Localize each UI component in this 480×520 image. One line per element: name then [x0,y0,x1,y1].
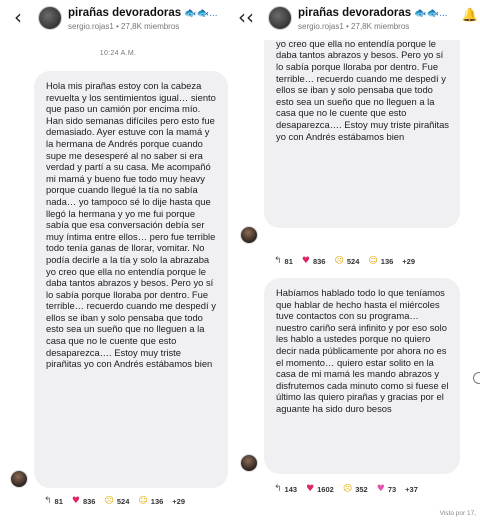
left-chat-panel: ‹ pirañas devoradoras 🐟🐟... sergio.rojas… [0,0,236,520]
sad-count: 524 [346,256,360,266]
sender-avatar[interactable] [240,226,258,244]
group-name-text: pirañas devoradoras [298,7,412,19]
pink-heart-count: 73 [387,484,397,494]
reply-count[interactable]: ↰ 143 [274,484,297,494]
sad-face-icon: ☹ [334,256,344,266]
reply-count-value: 81 [54,496,63,506]
heart-count: 836 [312,256,326,266]
sad-face-icon: ☹ [104,496,114,506]
heart-icon: ♥ [306,484,315,494]
heart-count: 1602 [317,484,334,494]
bell-icon[interactable]: 🔔 [462,8,478,23]
sad-reaction[interactable]: ☹ 352 [343,484,368,494]
reply-icon: ↰ [44,496,52,506]
chat-header: ‹‹ pirañas devoradoras 🐟🐟... sergio.roja… [236,0,480,40]
back-arrow-icon[interactable]: ‹ [14,6,22,28]
laughing-face-icon: ☺ [368,256,378,266]
more-reactions[interactable]: +29 [402,257,415,266]
scroll-indicator-icon[interactable] [473,372,480,384]
laugh-reaction[interactable]: ☺ 136 [368,256,393,266]
reply-count-value: 81 [284,256,293,266]
laugh-count: 136 [150,496,164,506]
sad-reaction[interactable]: ☹ 524 [104,496,129,506]
reactions-bar[interactable]: ↰ 143 ♥ 1602 ☹ 352 ♥ 73 +37 [274,484,418,494]
sad-count: 352 [355,484,368,494]
group-avatar[interactable] [38,6,62,30]
seen-by-label: Visto por 17, [439,510,476,517]
message-bubble[interactable]: Habíamos hablado todo lo que teníamos qu… [264,278,460,474]
group-subtitle: sergio.rojas1 • 27,8K miembros [298,22,410,31]
sender-avatar[interactable] [240,454,258,472]
reply-icon: ↰ [274,256,282,266]
group-subtitle: sergio.rojas1 • 27,8K miembros [68,22,180,31]
laughing-face-icon: ☺ [138,496,148,506]
heart-reaction[interactable]: ♥ 1602 [306,484,334,494]
heart-icon: ♥ [71,496,80,506]
chat-header: ‹ pirañas devoradoras 🐟🐟... sergio.rojas… [0,0,236,40]
heart-reaction[interactable]: ♥ 836 [302,256,326,266]
group-name-text: pirañas devoradoras [68,7,182,19]
heart-count: 836 [82,496,96,506]
reactions-bar[interactable]: ↰ 81 ♥ 836 ☹ 524 ☺ 136 +29 [44,496,185,506]
heart-icon: ♥ [301,256,310,266]
right-chat-panel: muy íntima entre ellos… pero fue terribl… [236,0,480,520]
more-reactions[interactable]: +37 [405,485,418,494]
laugh-count: 136 [380,256,394,266]
group-name[interactable]: pirañas devoradoras 🐟🐟... [68,7,218,19]
sender-avatar[interactable] [10,470,28,488]
sad-count: 524 [116,496,130,506]
fish-emoji-icon: 🐟🐟... [184,8,218,19]
pink-heart-reaction[interactable]: ♥ 73 [377,484,396,494]
reply-icon: ↰ [274,484,282,494]
more-reactions[interactable]: +29 [172,497,185,506]
reactions-bar[interactable]: ↰ 81 ♥ 836 ☹ 524 ☺ 136 +29 [274,256,415,266]
fish-emoji-icon: 🐟🐟... [414,8,448,19]
message-timestamp: 10:24 A.M. [99,50,137,57]
laugh-reaction[interactable]: ☺ 136 [138,496,163,506]
pink-heart-icon: ♥ [376,484,385,494]
reply-count[interactable]: ↰ 81 [44,496,63,506]
group-name[interactable]: pirañas devoradoras 🐟🐟... [298,7,448,19]
heart-reaction[interactable]: ♥ 836 [72,496,96,506]
reply-count-value: 143 [284,484,298,494]
reply-count[interactable]: ↰ 81 [274,256,293,266]
group-avatar[interactable] [268,6,292,30]
sad-reaction[interactable]: ☹ 524 [334,256,359,266]
sad-face-icon: ☹ [342,484,353,494]
message-bubble[interactable]: Hola mis pirañas estoy con la cabeza rev… [34,71,228,488]
back-arrow-icon[interactable]: ‹‹ [238,6,254,28]
